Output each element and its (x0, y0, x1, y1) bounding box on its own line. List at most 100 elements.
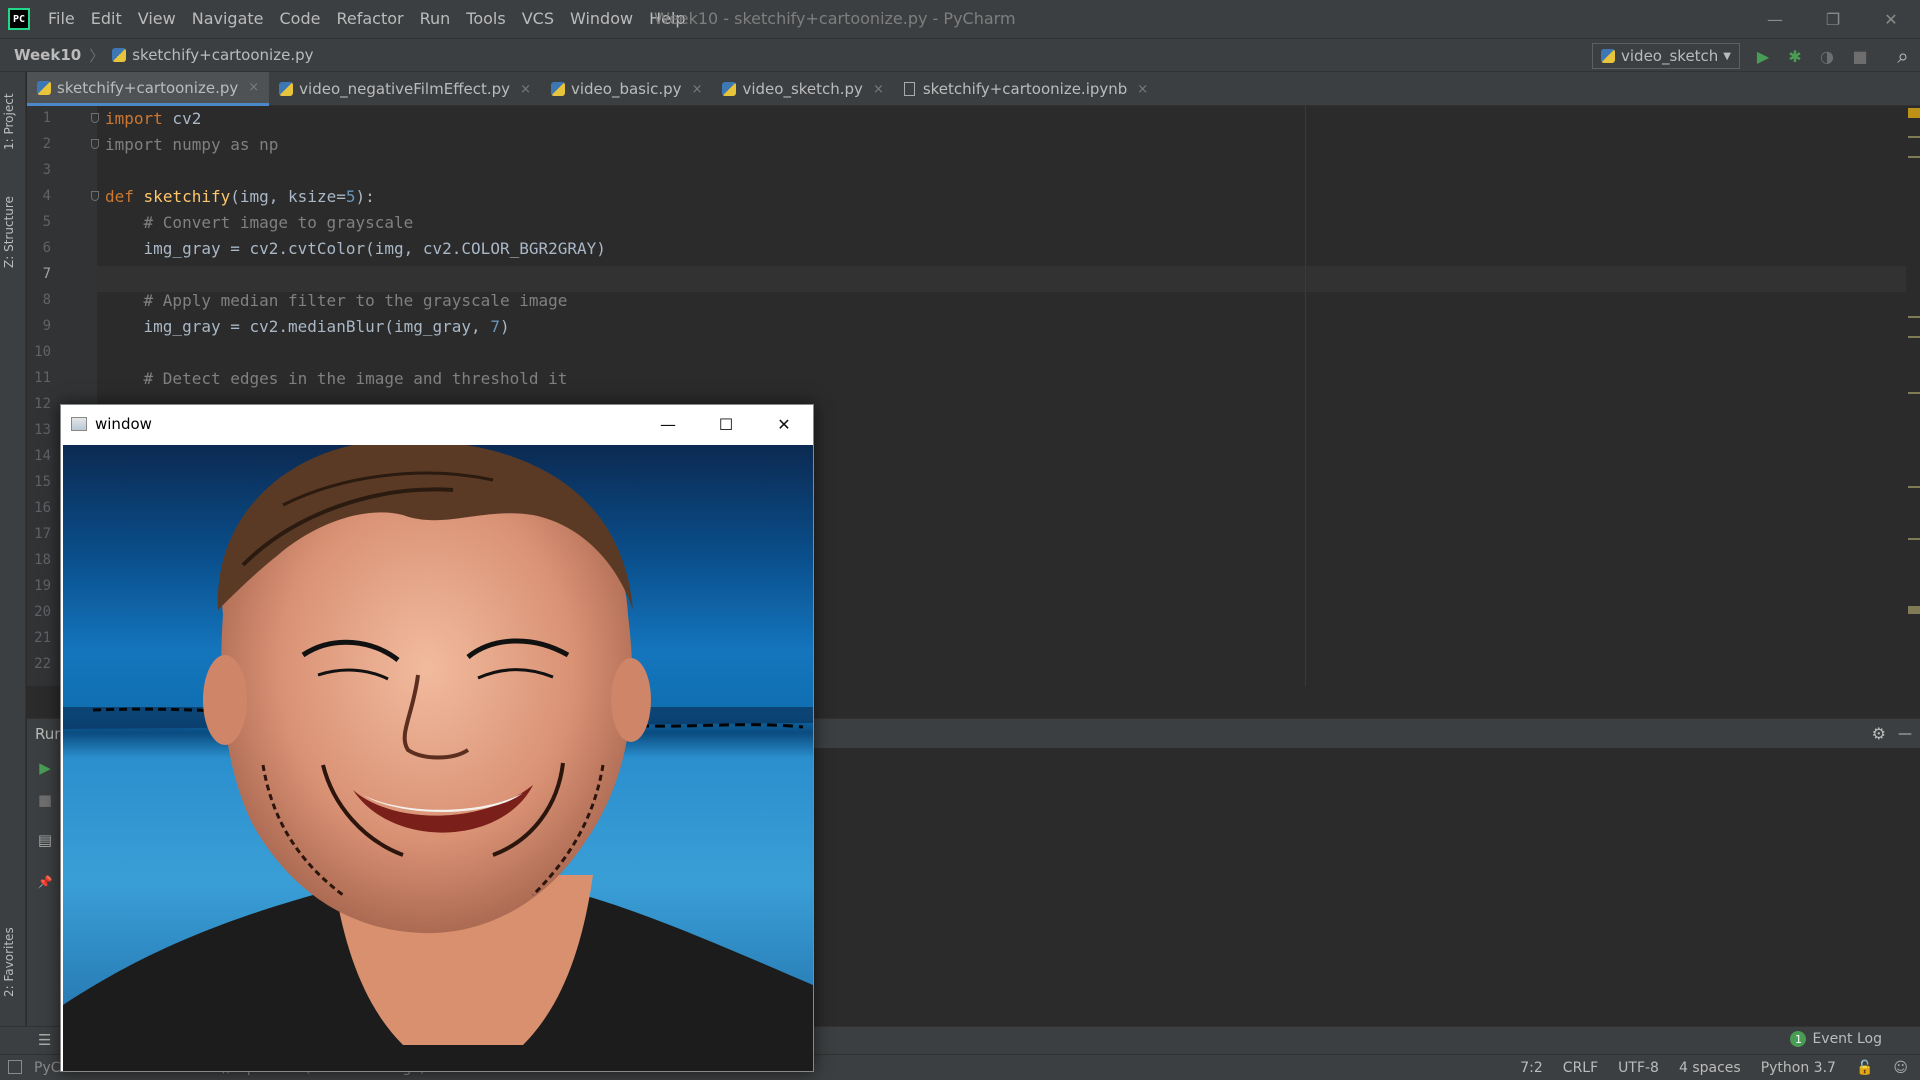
menu-window[interactable]: Window (562, 0, 641, 38)
close-icon[interactable]: × (520, 82, 531, 97)
tab-label: sketchify+cartoonize.ipynb (922, 80, 1128, 98)
caret-position[interactable]: 7:2 (1510, 1060, 1553, 1076)
line-number: 18 (34, 552, 51, 568)
error-stripe-mark[interactable] (1908, 136, 1920, 138)
restore-button[interactable]: ❐ (1804, 0, 1862, 38)
notebook-file-icon (903, 82, 915, 96)
file-encoding[interactable]: UTF-8 (1608, 1060, 1669, 1076)
error-stripe-mark[interactable] (1908, 336, 1920, 338)
error-stripe-mark[interactable] (1908, 156, 1920, 158)
minimize-button[interactable]: — (639, 405, 697, 443)
menu-edit[interactable]: Edit (83, 0, 130, 38)
line-number: 22 (34, 656, 51, 672)
menu-code[interactable]: Code (272, 0, 329, 38)
status-indicators: 7:2 CRLF UTF-8 4 spaces Python 3.7 🔓 ☺ (1510, 1055, 1920, 1080)
menu-view[interactable]: View (130, 0, 184, 38)
close-icon[interactable]: × (1137, 82, 1148, 97)
rerun-icon[interactable]: ▶ (35, 758, 55, 778)
python-file-icon (722, 82, 737, 96)
main-menu: File Edit View Navigate Code Refactor Ru… (40, 0, 694, 38)
error-stripe-mark[interactable] (1908, 486, 1920, 488)
event-count-badge: 1 (1790, 1031, 1807, 1047)
event-log-label: Event Log (1812, 1031, 1882, 1047)
python-interpreter[interactable]: Python 3.7 (1751, 1060, 1846, 1076)
line-number: 17 (34, 526, 51, 542)
error-stripe-mark[interactable] (1908, 316, 1920, 318)
editor-scrollbar[interactable] (1906, 106, 1920, 686)
error-stripe-mark[interactable] (1908, 606, 1920, 614)
tab-sketchify-cartoonize-py[interactable]: sketchify+cartoonize.py × (27, 72, 270, 106)
structure-tool-tab[interactable]: Z: Structure (2, 182, 24, 282)
fold-marker-icon[interactable] (91, 191, 99, 201)
menu-vcs[interactable]: VCS (514, 0, 562, 38)
todo-list-icon[interactable]: ☰ (38, 1031, 51, 1049)
tab-video-negative-film-effect[interactable]: video_negativeFilmEffect.py × (269, 72, 541, 106)
minimize-button[interactable]: — (1746, 0, 1804, 38)
code-line-1: import cv2 (105, 109, 201, 128)
code-line-4: def sketchify(img, ksize=5): (105, 187, 375, 206)
hide-panel-icon[interactable]: — (1898, 726, 1912, 742)
breadcrumb-file[interactable]: sketchify+cartoonize.py (132, 46, 313, 64)
event-log-button[interactable]: 1 Event Log (1790, 1031, 1882, 1047)
line-separator[interactable]: CRLF (1553, 1060, 1608, 1076)
code-text: ): (355, 187, 375, 206)
code-line-11: # Detect edges in the image and threshol… (105, 369, 568, 388)
error-stripe-mark[interactable] (1908, 392, 1920, 394)
fold-marker-icon[interactable] (91, 113, 99, 123)
toggle-tool-windows-icon[interactable] (8, 1060, 22, 1074)
lock-icon[interactable]: 🔓 (1846, 1060, 1883, 1076)
window-controls: — ❐ ✕ (1746, 0, 1920, 38)
close-button[interactable]: ✕ (1862, 0, 1920, 38)
editor-tabs: sketchify+cartoonize.py × video_negative… (27, 72, 1920, 106)
chevron-down-icon: ▼ (1723, 50, 1731, 62)
indent-setting[interactable]: 4 spaces (1669, 1060, 1751, 1076)
debug-icon[interactable]: ✱ (1784, 45, 1806, 67)
close-icon[interactable]: × (248, 80, 259, 95)
breadcrumb-project[interactable]: Week10 (14, 46, 81, 64)
code-text: ) (499, 317, 510, 336)
tab-video-basic[interactable]: video_basic.py × (541, 72, 713, 106)
opencv-output-window[interactable]: window — ☐ ✕ (60, 404, 814, 1072)
menu-navigate[interactable]: Navigate (184, 0, 272, 38)
menu-tools[interactable]: Tools (458, 0, 513, 38)
code-line-5: # Convert image to grayscale (105, 213, 414, 232)
python-file-icon (550, 82, 565, 96)
close-icon[interactable]: × (873, 82, 884, 97)
logo-text: PC (12, 13, 26, 25)
search-icon[interactable]: ⌕ (1892, 44, 1914, 68)
python-config-icon (1601, 49, 1615, 63)
close-button[interactable]: ✕ (755, 405, 813, 443)
code-line-6: img_gray = cv2.cvtColor(img, cv2.COLOR_B… (105, 239, 606, 258)
tab-sketchify-cartoonize-ipynb[interactable]: sketchify+cartoonize.ipynb × (894, 72, 1158, 106)
maximize-button[interactable]: ☐ (697, 405, 755, 443)
project-tool-tab[interactable]: 1: Project (2, 82, 24, 162)
gear-icon[interactable]: ⚙ (1872, 724, 1886, 743)
close-icon[interactable]: × (692, 82, 703, 97)
stop-icon[interactable]: ■ (1849, 45, 1871, 67)
tab-video-sketch[interactable]: video_sketch.py × (712, 72, 893, 106)
notifications-icon[interactable]: ☺ (1883, 1060, 1920, 1076)
coverage-icon[interactable]: ◑ (1816, 45, 1838, 67)
stop-icon[interactable]: ■ (35, 790, 55, 810)
pin-icon[interactable]: 📌 (35, 872, 55, 892)
run-icon[interactable]: ▶ (1752, 45, 1774, 67)
menu-refactor[interactable]: Refactor (328, 0, 411, 38)
tab-label: sketchify+cartoonize.py (57, 78, 239, 97)
menu-file[interactable]: File (40, 0, 83, 38)
fold-marker-icon[interactable] (91, 139, 99, 149)
error-stripe-mark[interactable] (1908, 538, 1920, 540)
opencv-title-bar[interactable]: window — ☐ ✕ (61, 405, 813, 443)
line-number: 2 (42, 136, 51, 152)
menu-run[interactable]: Run (412, 0, 459, 38)
layout-icon[interactable]: ▤ (35, 830, 55, 850)
run-config-select[interactable]: video_sketch ▼ (1592, 43, 1740, 69)
window-app-icon (71, 417, 87, 431)
keyword: def (105, 187, 134, 206)
warning-marker[interactable] (1908, 108, 1920, 118)
line-number: 19 (34, 578, 51, 594)
line-number: 15 (34, 474, 51, 490)
line-number: 1 (42, 110, 51, 126)
navigation-bar: Week10 〉 sketchify+cartoonize.py video_s… (0, 38, 1920, 72)
favorites-tool-tab[interactable]: 2: Favorites (2, 912, 24, 1012)
code-line-2: import numpy as np (105, 135, 279, 154)
